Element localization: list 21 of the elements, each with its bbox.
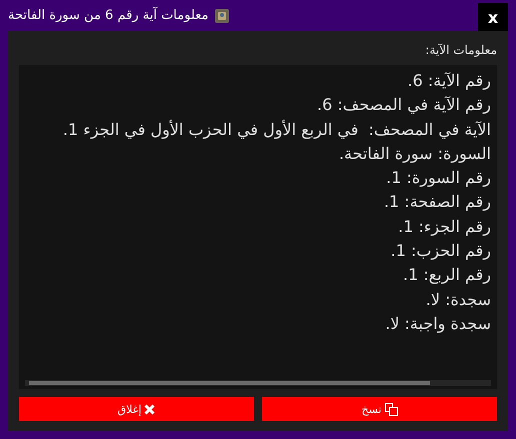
close-icon <box>144 404 156 414</box>
copy-button[interactable]: نسخ <box>262 397 497 421</box>
info-line: السورة: سورة الفاتحة. <box>338 142 491 165</box>
info-line: رقم الآية: 6. <box>406 70 491 92</box>
info-label: معلومات الآية: <box>424 43 497 57</box>
info-line: سجدة: لا. <box>424 288 491 311</box>
close-dialog-button[interactable]: إغلاق <box>19 397 254 421</box>
info-line: رقم الآية في المصحف: 6. <box>316 94 491 116</box>
info-text-area[interactable] <box>19 65 497 389</box>
info-line: رقم الجزء: 1. <box>397 216 491 238</box>
app-icon <box>214 8 228 22</box>
close-button[interactable]: x <box>478 3 508 31</box>
info-line: رقم السورة: 1. <box>385 167 491 190</box>
window-title: معلومات آية رقم 6 من سورة الفاتحة <box>8 8 208 23</box>
horizontal-scrollbar[interactable] <box>25 380 491 386</box>
info-line: رقم الصفحة: 1. <box>382 191 491 214</box>
info-line: رقم الربع: 1. <box>402 264 491 286</box>
info-line: الآية في المصحف: في الربع الأول في الحزب الأول في الجزء 1. <box>62 118 491 141</box>
info-line: رقم الحزب: 1. <box>390 240 491 262</box>
copy-icon <box>384 402 398 416</box>
info-line: سجدة واجبة: لا. <box>384 312 491 335</box>
